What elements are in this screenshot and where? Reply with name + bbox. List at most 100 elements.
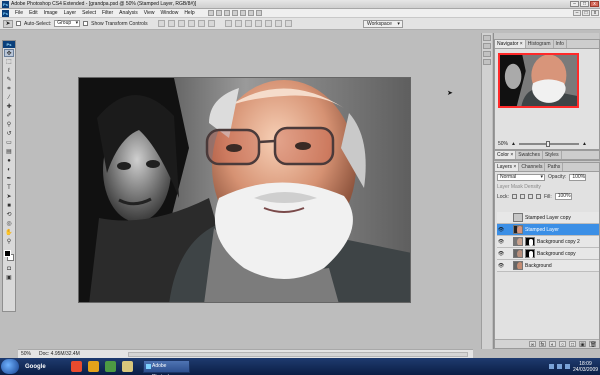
menu-file[interactable]: File bbox=[12, 10, 26, 16]
pen-icon[interactable]: ✒ bbox=[4, 175, 14, 183]
tab-histogram[interactable]: Histogram bbox=[526, 40, 554, 48]
lock-all-icon[interactable] bbox=[535, 194, 541, 199]
tray-icon-flag[interactable] bbox=[565, 364, 570, 369]
menu-layer[interactable]: Layer bbox=[61, 10, 80, 16]
auto-align-icon[interactable] bbox=[284, 20, 292, 27]
navigator-thumbnail[interactable] bbox=[498, 53, 579, 108]
type-icon[interactable]: T bbox=[4, 184, 14, 192]
new-layer-icon[interactable]: ▣ bbox=[579, 341, 586, 348]
menu-edit[interactable]: Edit bbox=[26, 10, 41, 16]
doc-restore-button[interactable]: □ bbox=[582, 10, 590, 16]
zoom-out-icon[interactable]: ▲ bbox=[511, 141, 516, 147]
3d-camera-icon[interactable]: ◎ bbox=[4, 220, 14, 228]
trash-icon[interactable]: 🗑 bbox=[589, 341, 596, 348]
zoom-readout[interactable]: 50% bbox=[21, 351, 35, 357]
media-icon[interactable] bbox=[105, 361, 116, 372]
align-top-icon[interactable] bbox=[157, 20, 165, 27]
menu-filter[interactable]: Filter bbox=[99, 10, 116, 16]
chrome-icon[interactable] bbox=[71, 361, 82, 372]
hand-tool-icon[interactable] bbox=[223, 10, 230, 16]
distribute-right-icon[interactable] bbox=[274, 20, 282, 27]
distribute-bottom-icon[interactable] bbox=[244, 20, 252, 27]
dock-icon-2[interactable] bbox=[483, 43, 491, 49]
lock-position-icon[interactable] bbox=[527, 194, 533, 199]
screen-mode-icon[interactable]: ▣ bbox=[4, 274, 14, 282]
menu-image[interactable]: Image bbox=[41, 10, 61, 16]
tab-paths[interactable]: Paths bbox=[545, 163, 564, 171]
minimize-button[interactable]: – bbox=[570, 1, 579, 7]
hand-icon[interactable]: ✋ bbox=[4, 229, 14, 237]
eye-icon[interactable]: 👁 bbox=[497, 239, 505, 245]
doc-size-readout[interactable]: Doc: 4.95M/32.4M bbox=[39, 351, 80, 357]
tab-layers[interactable]: Layers × bbox=[495, 163, 520, 171]
layer-row-background[interactable]: 👁 Background bbox=[497, 260, 599, 272]
start-button[interactable] bbox=[1, 359, 19, 374]
move-tool-preset-icon[interactable]: ➤ bbox=[3, 19, 13, 28]
path-select-icon[interactable]: ➤ bbox=[4, 193, 14, 201]
tab-navigator[interactable]: Navigator × bbox=[495, 40, 526, 48]
clock[interactable]: 18:09 24/03/2009 bbox=[573, 361, 598, 373]
menu-help[interactable]: Help bbox=[181, 10, 197, 16]
dock-icon-1[interactable] bbox=[483, 35, 491, 41]
blend-mode-dropdown[interactable]: Normal bbox=[497, 173, 545, 181]
tab-info[interactable]: Info bbox=[554, 40, 567, 48]
document-canvas[interactable] bbox=[78, 77, 411, 303]
zoom-in-icon[interactable]: ▲ bbox=[582, 141, 587, 147]
tray-icon-volume[interactable] bbox=[557, 364, 562, 369]
layer-row-bg-copy-2[interactable]: 👁 Background copy 2 bbox=[497, 236, 599, 248]
distribute-hcenter-icon[interactable] bbox=[264, 20, 272, 27]
dock-icon-3[interactable] bbox=[483, 51, 491, 57]
eye-icon[interactable]: 👁 bbox=[497, 251, 505, 257]
menu-analysis[interactable]: Analysis bbox=[116, 10, 141, 16]
eye-icon[interactable]: 👁 bbox=[497, 227, 505, 233]
tray-icon-network[interactable] bbox=[549, 364, 554, 369]
zoom-level-icon[interactable] bbox=[215, 10, 222, 16]
add-mask-icon[interactable]: ◐ bbox=[549, 341, 556, 348]
tab-channels[interactable]: Channels bbox=[519, 163, 546, 171]
opacity-field[interactable]: 100% bbox=[569, 173, 587, 181]
show-transform-checkbox[interactable] bbox=[83, 21, 89, 26]
auto-select-checkbox[interactable] bbox=[16, 21, 21, 26]
menu-window[interactable]: Window bbox=[158, 10, 182, 16]
tab-color[interactable]: Color × bbox=[495, 151, 517, 159]
lock-transparent-icon[interactable] bbox=[511, 194, 517, 199]
dodge-icon[interactable]: ◐ bbox=[4, 166, 14, 174]
adjustment-layer-icon[interactable]: ○ bbox=[559, 341, 566, 348]
history-brush-icon[interactable]: ↺ bbox=[4, 130, 14, 138]
gradient-icon[interactable]: ▤ bbox=[4, 148, 14, 156]
crop-icon[interactable]: ⌗ bbox=[4, 85, 14, 93]
slider-knob[interactable] bbox=[545, 141, 550, 147]
lasso-icon[interactable]: ℓ bbox=[4, 67, 14, 75]
align-vcenter-icon[interactable] bbox=[167, 20, 175, 27]
arrange-documents-icon[interactable] bbox=[247, 10, 254, 16]
align-left-icon[interactable] bbox=[187, 20, 195, 27]
rotate-view-icon[interactable] bbox=[239, 10, 246, 16]
layer-row-stamped[interactable]: 👁 Stamped Layer bbox=[497, 224, 599, 236]
zoom-icon[interactable]: ⚲ bbox=[4, 238, 14, 246]
screen-mode-icon[interactable] bbox=[255, 10, 262, 16]
doc-minimize-button[interactable]: – bbox=[573, 10, 581, 16]
bridge-icon[interactable] bbox=[207, 10, 214, 16]
doc-close-button[interactable]: x bbox=[591, 10, 599, 16]
layer-row-stamped-copy[interactable]: Stamped Layer copy bbox=[497, 212, 599, 224]
layer-row-bg-copy[interactable]: 👁 Background copy bbox=[497, 248, 599, 260]
align-right-icon[interactable] bbox=[207, 20, 215, 27]
navigator-zoom-slider[interactable] bbox=[518, 141, 579, 147]
foreground-color-swatch[interactable] bbox=[4, 250, 11, 257]
link-layers-icon[interactable]: ∞ bbox=[529, 341, 536, 348]
horizontal-scrollbar[interactable] bbox=[128, 352, 468, 357]
3d-rotate-icon[interactable]: ⟲ bbox=[4, 211, 14, 219]
layer-mask-thumbnail[interactable] bbox=[525, 249, 535, 258]
explorer-icon[interactable] bbox=[122, 361, 133, 372]
shape-icon[interactable]: ■ bbox=[4, 202, 14, 210]
move-icon[interactable]: ✥ bbox=[4, 49, 14, 57]
dock-icon-4[interactable] bbox=[483, 59, 491, 65]
healing-icon[interactable]: ✚ bbox=[4, 103, 14, 111]
workspace-dropdown[interactable]: Workspace bbox=[363, 20, 403, 28]
eye-icon[interactable]: 👁 bbox=[497, 263, 505, 269]
maximize-button[interactable]: □ bbox=[580, 1, 589, 7]
chain-link-icon[interactable] bbox=[507, 239, 511, 245]
quick-mask-icon[interactable]: ◘ bbox=[4, 265, 14, 273]
align-bottom-icon[interactable] bbox=[177, 20, 185, 27]
blur-icon[interactable]: ● bbox=[4, 157, 14, 165]
